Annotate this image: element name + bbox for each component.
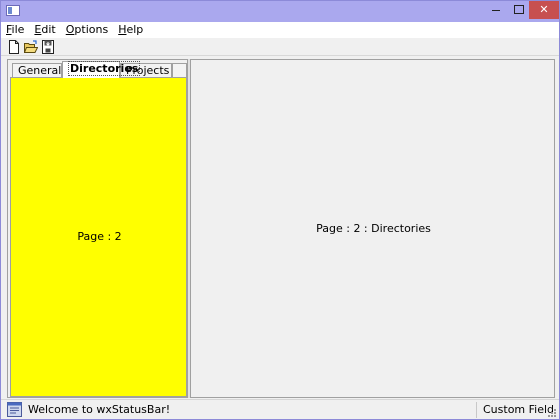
toolbar (1, 38, 559, 56)
app-window: ✕ File Edit Options Help General Directo… (0, 0, 560, 420)
save-icon[interactable] (41, 40, 55, 54)
resize-grip-icon[interactable] (547, 408, 557, 418)
notebook-pane: General Directories Projects Page : 2 (7, 59, 188, 398)
tab-strip-filler (172, 63, 187, 78)
status-welcome-text: Welcome to wxStatusBar! (28, 403, 171, 416)
tab-strip: General Directories Projects (10, 61, 187, 78)
status-icon (7, 402, 22, 417)
close-button[interactable]: ✕ (529, 1, 559, 19)
tab-directories-label: Directories (68, 61, 141, 76)
tab-directories[interactable]: Directories (62, 61, 141, 78)
menu-help[interactable]: Help (113, 22, 148, 38)
title-bar[interactable]: ✕ (1, 1, 559, 22)
tab-general[interactable]: General (12, 63, 62, 78)
tab-general-label: General (18, 64, 62, 77)
menu-options[interactable]: Options (61, 22, 113, 38)
content-label: Page : 2 : Directories (316, 222, 431, 235)
maximize-button[interactable] (507, 1, 529, 19)
new-file-icon[interactable] (7, 40, 21, 54)
status-separator (476, 402, 477, 418)
status-custom-field: Custom Field (483, 403, 555, 416)
menu-help-label: elp (126, 23, 144, 36)
app-icon[interactable] (6, 5, 20, 16)
menu-options-label: ptions (74, 23, 109, 36)
notebook-page: Page : 2 (10, 77, 187, 397)
content-pane: Page : 2 : Directories (190, 59, 555, 398)
minimize-button[interactable] (485, 1, 507, 19)
open-folder-icon[interactable] (23, 40, 39, 54)
menu-file[interactable]: File (1, 22, 29, 38)
status-bar: Welcome to wxStatusBar! Custom Field (1, 399, 559, 419)
menu-file-label: ile (11, 23, 25, 36)
menu-edit[interactable]: Edit (29, 22, 60, 38)
page-label: Page : 2 (77, 230, 122, 243)
menu-edit-label: dit (41, 23, 56, 36)
menu-bar: File Edit Options Help (1, 22, 559, 38)
